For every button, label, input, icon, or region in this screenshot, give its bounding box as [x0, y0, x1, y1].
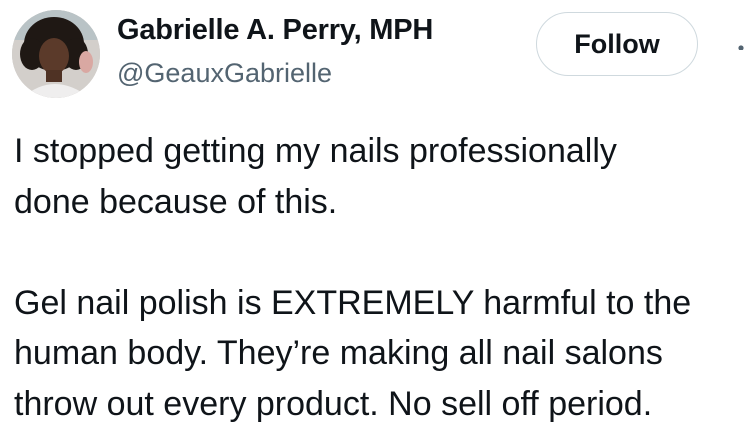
author-handle[interactable]: @GeauxGabrielle — [117, 58, 332, 89]
author-display-name[interactable]: Gabrielle A. Perry, MPH — [117, 14, 433, 47]
tweet-text-line: Gel nail polish is EXTREMELY harmful to … — [14, 283, 692, 322]
tweet-card: Gabrielle A. Perry, MPH @GeauxGabrielle … — [0, 0, 751, 443]
author-avatar[interactable] — [12, 10, 100, 98]
tweet-text-line: throw out every product. No sell off per… — [14, 384, 653, 423]
tweet-text-line: human body. They’re making all nail salo… — [14, 334, 663, 372]
avatar-image — [12, 10, 100, 98]
follow-button[interactable]: Follow — [536, 12, 698, 76]
tweet-text-line: done because of this. — [14, 182, 338, 221]
more-options-icon[interactable] — [736, 40, 751, 50]
tweet-text-line: I stopped getting my nails professionall… — [14, 132, 617, 170]
tweet-text: I stopped getting my nails professionall… — [14, 126, 749, 429]
more-dots-icon — [738, 45, 744, 50]
